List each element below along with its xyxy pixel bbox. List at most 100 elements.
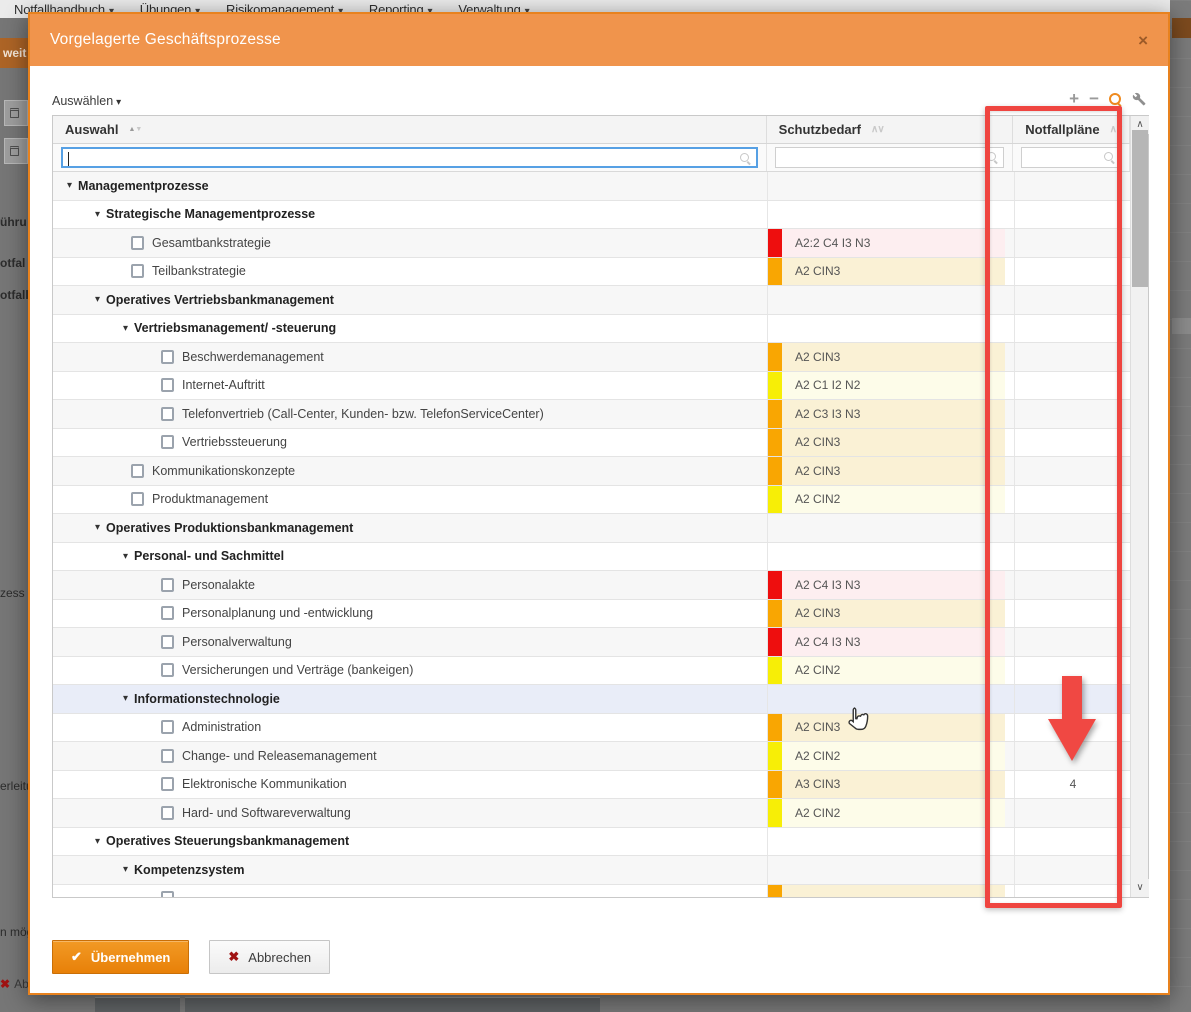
column-header-auswahl[interactable]: Auswahl ▲▼ <box>53 116 767 143</box>
table-row[interactable]: ▾ Managementprozesse <box>53 172 1148 201</box>
dialog-title: Vorgelagerte Geschäftsprozesse <box>50 31 281 49</box>
uebernehmen-button[interactable]: ✔ Übernehmen <box>52 940 189 974</box>
check-icon: ✔ <box>71 949 82 965</box>
collapse-arrow-icon[interactable]: ▾ <box>95 209 100 220</box>
table-row[interactable]: ▾ Personalakte A2 C4 I3 N3 <box>53 571 1148 600</box>
row-checkbox[interactable] <box>161 350 174 364</box>
scroll-down-button[interactable]: ∨ <box>1131 879 1149 897</box>
background-cancel-fragment: ✖Ab <box>0 977 29 991</box>
sort-icons[interactable]: ∧∨ <box>871 124 884 135</box>
abbrechen-button[interactable]: ✖ Abbrechen <box>209 940 330 974</box>
process-label: Elektronische Kommunikation <box>182 777 347 791</box>
table-row[interactable]: ▾ Change- und Releasemanagement A2 CIN2 <box>53 742 1148 771</box>
cell-schutzbedarf: A2 CIN3 <box>768 343 1015 371</box>
cell-schutzbedarf <box>768 856 1015 884</box>
schutzbedarf-value: A2 CIN2 <box>795 492 840 506</box>
table-row[interactable]: ▾ Operatives Vertriebsbankmanagement <box>53 286 1148 315</box>
row-checkbox[interactable] <box>161 407 174 421</box>
background-button-fragment <box>4 100 28 126</box>
row-checkbox[interactable] <box>161 606 174 620</box>
cell-schutzbedarf: A2 C3 I3 N3 <box>768 400 1015 428</box>
collapse-arrow-icon[interactable]: ▾ <box>123 693 128 704</box>
filter-input-auswahl-wrap <box>61 147 758 168</box>
row-checkbox[interactable] <box>161 663 174 677</box>
severity-chip <box>768 742 782 770</box>
severity-chip <box>768 657 782 685</box>
table-row[interactable]: ▾ Beschwerdemanagement A2 CIN3 <box>53 343 1148 372</box>
row-checkbox[interactable] <box>131 236 144 250</box>
filter-cell <box>53 144 767 171</box>
row-checkbox[interactable] <box>161 777 174 791</box>
severity-chip <box>768 400 782 428</box>
column-header-schutzbedarf[interactable]: Schutzbedarf ∧∨ <box>767 116 1014 143</box>
table-row[interactable]: ▾ Teilbankstrategie A2 CIN3 <box>53 258 1148 287</box>
table-row[interactable]: ▾ Vertriebssteuerung A2 CIN3 <box>53 429 1148 458</box>
table-row[interactable]: ▾ Gesamtbankstrategie A2:2 C4 I3 N3 <box>53 229 1148 258</box>
row-checkbox[interactable] <box>131 492 144 506</box>
table-row[interactable]: ▾ Strategische Managementprozesse <box>53 201 1148 230</box>
cell-auswahl: ▾ Hard- und Softwareverwaltung <box>53 799 768 827</box>
cell-auswahl: ▾ Personalverwaltung <box>53 628 768 656</box>
table-row[interactable]: ▾ Operatives Produktionsbankmanagement <box>53 514 1148 543</box>
cell-schutzbedarf <box>768 885 1015 898</box>
collapse-arrow-icon[interactable]: ▾ <box>95 836 100 847</box>
close-icon[interactable]: × <box>1138 32 1148 49</box>
cell-auswahl: ▾ Change- und Releasemanagement <box>53 742 768 770</box>
filter-input-auswahl[interactable] <box>63 150 756 167</box>
row-checkbox[interactable] <box>161 749 174 763</box>
table-row[interactable]: ▾ Elektronische Kommunikation A3 CIN3 4 <box>53 771 1148 800</box>
dialog-footer: ✔ Übernehmen ✖ Abbrechen <box>52 940 330 974</box>
severity-chip <box>768 229 782 257</box>
cell-auswahl: ▾ Teilbankstrategie <box>53 258 768 286</box>
table-row[interactable]: ▾ Telefonvertrieb (Call-Center, Kunden- … <box>53 400 1148 429</box>
table-row[interactable]: ▾ Versicherungen und Verträge (bankeigen… <box>53 657 1148 686</box>
row-checkbox[interactable] <box>161 891 174 897</box>
row-checkbox[interactable] <box>161 578 174 592</box>
table-row[interactable]: ▾ Kompetenzsystem <box>53 856 1148 885</box>
grid-toolbar: + − <box>1069 92 1146 106</box>
row-checkbox[interactable] <box>131 464 144 478</box>
table-row[interactable]: ▾ Internet-Auftritt A2 C1 I2 N2 <box>53 372 1148 401</box>
row-checkbox[interactable] <box>161 435 174 449</box>
process-label: Personalplanung und -entwicklung <box>182 606 373 620</box>
collapse-arrow-icon[interactable]: ▾ <box>123 323 128 334</box>
table-row[interactable]: ▾ Informationstechnologie <box>53 685 1148 714</box>
row-checkbox[interactable] <box>161 720 174 734</box>
table-row[interactable]: ▾ <box>53 885 1148 898</box>
table-row[interactable]: ▾ Personal- und Sachmittel <box>53 543 1148 572</box>
collapse-arrow-icon[interactable]: ▾ <box>67 180 72 191</box>
cell-schutzbedarf: A2 CIN3 <box>768 258 1015 286</box>
collapse-all-icon[interactable]: − <box>1089 92 1099 106</box>
collapse-arrow-icon[interactable]: ▾ <box>95 294 100 305</box>
collapse-arrow-icon[interactable]: ▾ <box>95 522 100 533</box>
severity-chip <box>768 799 782 827</box>
text-caret <box>68 152 69 166</box>
collapse-arrow-icon[interactable]: ▾ <box>123 551 128 562</box>
row-checkbox[interactable] <box>161 378 174 392</box>
table-row[interactable]: ▾ Personalplanung und -entwicklung A2 CI… <box>53 600 1148 629</box>
table-row[interactable]: ▾ Vertriebsmanagement/ -steuerung <box>53 315 1148 344</box>
process-label: Vertriebssteuerung <box>182 435 287 449</box>
table-row[interactable]: ▾ Hard- und Softwareverwaltung A2 CIN2 <box>53 799 1148 828</box>
row-checkbox[interactable] <box>161 635 174 649</box>
table-row[interactable]: ▾ Produktmanagement A2 CIN2 <box>53 486 1148 515</box>
cell-auswahl: ▾ Personalplanung und -entwicklung <box>53 600 768 628</box>
search-icon[interactable] <box>1109 93 1122 106</box>
cell-schutzbedarf: A2 CIN3 <box>768 429 1015 457</box>
filter-input-schutzbedarf[interactable] <box>776 148 1004 167</box>
collapse-arrow-icon[interactable]: ▾ <box>123 864 128 875</box>
row-checkbox[interactable] <box>161 806 174 820</box>
table-row[interactable]: ▾ Administration A2 CIN3 <box>53 714 1148 743</box>
cell-schutzbedarf <box>768 828 1015 856</box>
wrench-icon[interactable] <box>1132 92 1146 106</box>
auswaehlen-dropdown[interactable]: Auswählen▾ <box>52 94 121 108</box>
expand-all-icon[interactable]: + <box>1069 92 1079 106</box>
row-checkbox[interactable] <box>131 264 144 278</box>
table-row[interactable]: ▾ Operatives Steuerungsbankmanagement <box>53 828 1148 857</box>
table-row[interactable]: ▾ Kommunikationskonzepte A2 CIN3 <box>53 457 1148 486</box>
sort-icons[interactable]: ▲▼ <box>128 126 142 133</box>
cell-schutzbedarf <box>768 685 1015 713</box>
vertical-scrollbar[interactable]: ∧ ∨ <box>1130 116 1148 897</box>
scrollbar-thumb[interactable] <box>1132 130 1148 287</box>
table-row[interactable]: ▾ Personalverwaltung A2 C4 I3 N3 <box>53 628 1148 657</box>
